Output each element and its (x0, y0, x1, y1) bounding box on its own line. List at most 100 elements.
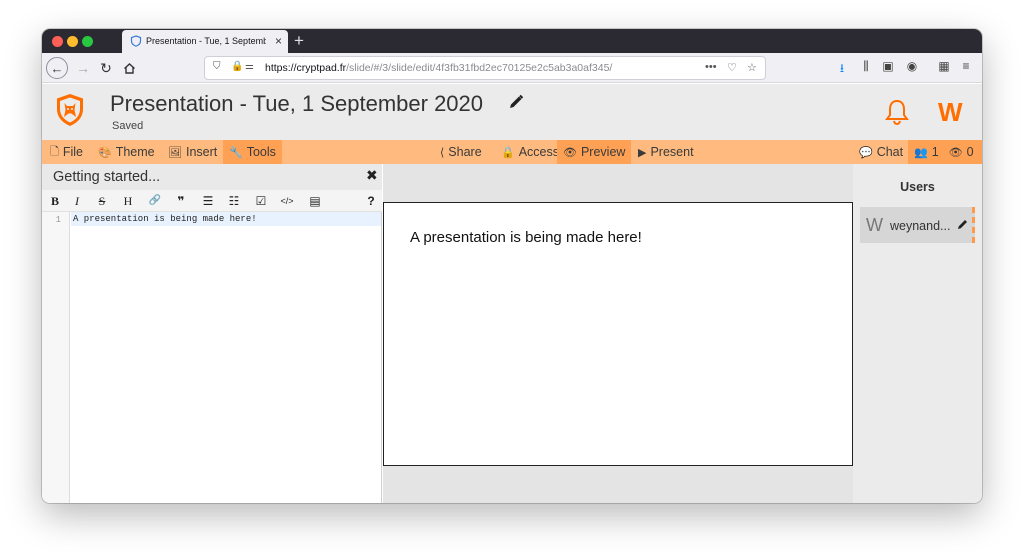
image-icon: 🖼 (168, 146, 182, 159)
url-path: /slide/#/3/slide/edit/4f3fb31fbd2ec70125… (346, 62, 613, 74)
shield-icon: ⛉ (213, 61, 221, 72)
insert-menu-button[interactable]: 🖼 Insert (162, 140, 223, 164)
eye-icon: 👁 (563, 146, 577, 159)
forward-button[interactable]: → (72, 57, 94, 79)
users-panel-title: Users (900, 180, 935, 194)
bold-button[interactable]: B (46, 193, 64, 209)
reload-button[interactable]: ↻ (95, 57, 117, 79)
notification-bell-icon[interactable] (884, 98, 910, 126)
browser-window: Presentation - Tue, 1 Septembe × + ← → ↻… (42, 29, 982, 503)
code-button[interactable]: </> (278, 193, 296, 209)
slide-text: A presentation is being made here! (410, 229, 642, 246)
slide-canvas[interactable]: A presentation is being made here! (383, 202, 853, 466)
chat-icon: 💬 (859, 146, 873, 159)
wrench-icon: 🔧 (229, 146, 243, 159)
editor-header: Getting started... ✖ (42, 164, 382, 190)
url-bar[interactable]: ⛉ 🔒 ⚌ https://cryptpad.fr/slide/#/3/slid… (204, 56, 766, 80)
lock-icon: 🔒 (501, 146, 515, 159)
ordered-list-button[interactable]: ☰ (199, 193, 217, 209)
library-icon[interactable]: ⫼ (858, 59, 874, 74)
save-status: Saved (112, 120, 144, 132)
sidebar-icon[interactable]: ▣ (880, 59, 896, 73)
file-menu-button[interactable]: 🗋 File (44, 140, 89, 164)
extensions-icon[interactable]: ▦ (936, 59, 952, 73)
account-icon[interactable]: ◉ (904, 59, 920, 73)
browser-tabstrip: Presentation - Tue, 1 Septembe × + (42, 29, 982, 53)
close-window-button[interactable] (52, 36, 63, 47)
access-button[interactable]: 🔒 Access (495, 140, 565, 164)
table-button[interactable]: ▤ (306, 193, 324, 209)
link-button[interactable]: 🔗 (146, 193, 164, 209)
arrow-right-icon: → (76, 60, 90, 76)
home-button[interactable] (118, 57, 140, 79)
chat-button[interactable]: 💬 Chat (853, 140, 909, 164)
line-number-gutter: 1 (42, 212, 70, 503)
viewers-count: 0 (966, 145, 974, 159)
pencil-icon[interactable] (508, 94, 524, 110)
markdown-editor-pane: Getting started... ✖ B I S H 🔗 ❞ ☰ ☷ ☑ <… (42, 164, 382, 503)
viewers-eye-icon: 👁 (948, 146, 963, 159)
heading-button[interactable]: H (119, 193, 137, 209)
users-count: 1 (931, 145, 939, 159)
page-actions-icon[interactable]: ••• (705, 61, 717, 73)
users-icon: 👥 (914, 146, 928, 159)
home-icon (123, 62, 135, 74)
url-host: https://cryptpad.fr (265, 62, 347, 74)
user-card[interactable]: W weynand... (860, 207, 975, 243)
maximize-window-button[interactable] (82, 36, 93, 47)
italic-button[interactable]: I (68, 193, 86, 209)
userlist-button[interactable]: 👥 1 👁 0 (908, 140, 982, 164)
line-number: 1 (55, 215, 61, 225)
slide-preview-pane: A presentation is being made here! (383, 164, 853, 503)
browser-tab[interactable]: Presentation - Tue, 1 Septembe × (122, 30, 288, 53)
pocket-icon[interactable]: ♡ (727, 61, 737, 74)
app-header: Presentation - Tue, 1 September 2020 Sav… (42, 84, 982, 140)
markdown-toolbar: B I S H 🔗 ❞ ☰ ☷ ☑ </> ▤ ? (42, 190, 382, 212)
present-label: Present (650, 145, 694, 159)
app-toolbar: 🗋 File 🎨 Theme 🖼 Insert 🔧 Tools ⟨ Share 🔒 Acce… (42, 140, 982, 164)
user-avatar[interactable]: W (938, 97, 963, 128)
theme-menu-button[interactable]: 🎨 Theme (92, 140, 161, 164)
cryptpad-favicon-icon (130, 35, 142, 47)
play-circle-icon: ▶ (638, 146, 647, 159)
pencil-icon (958, 220, 967, 229)
chat-label: Chat (876, 145, 904, 159)
palette-icon: 🎨 (98, 146, 112, 159)
close-icon[interactable]: ✖ (366, 167, 378, 184)
arrow-left-icon: ← (50, 60, 64, 76)
insert-label: Insert (185, 145, 218, 159)
code-line[interactable]: A presentation is being made here! (71, 212, 381, 226)
code-line-text: A presentation is being made here! (73, 214, 257, 224)
back-button[interactable]: ← (46, 57, 68, 79)
reload-icon: ↻ (100, 59, 112, 76)
tab-title: Presentation - Tue, 1 Septembe (146, 36, 266, 46)
share-button[interactable]: ⟨ Share (434, 140, 488, 164)
checklist-button[interactable]: ☑ (252, 193, 270, 209)
file-icon: 🗋 (50, 145, 59, 158)
tools-label: Tools (246, 145, 276, 159)
unordered-list-button[interactable]: ☷ (225, 193, 243, 209)
file-label: File (62, 145, 84, 159)
bookmark-star-icon[interactable]: ☆ (747, 61, 757, 74)
permissions-icon: ⚌ (245, 61, 254, 72)
download-icon[interactable]: ⭳ (834, 59, 850, 80)
share-icon: ⟨ (440, 146, 445, 159)
new-tab-button[interactable]: + (294, 31, 304, 51)
preview-button[interactable]: 👁 Preview (557, 140, 632, 164)
browser-navbar: ← → ↻ ⛉ 🔒 ⚌ https://cryptpad.fr/slide/#/… (42, 53, 982, 83)
document-title[interactable]: Presentation - Tue, 1 September 2020 (110, 91, 483, 117)
strikethrough-button[interactable]: S (93, 193, 111, 209)
editor-title: Getting started... (53, 169, 161, 185)
present-button[interactable]: ▶ Present (632, 140, 700, 164)
share-label: Share (448, 145, 482, 159)
help-button[interactable]: ? (362, 193, 380, 209)
theme-label: Theme (115, 145, 155, 159)
tools-menu-button[interactable]: 🔧 Tools (223, 140, 282, 164)
quote-button[interactable]: ❞ (172, 193, 190, 209)
menu-icon[interactable]: ≡ (958, 59, 974, 73)
cryptpad-logo-icon[interactable] (54, 92, 86, 128)
tab-close-icon[interactable]: × (275, 34, 282, 48)
minimize-window-button[interactable] (67, 36, 78, 47)
lock-icon: 🔒 (231, 61, 244, 72)
url-text: https://cryptpad.fr/slide/#/3/slide/edit… (265, 62, 612, 74)
